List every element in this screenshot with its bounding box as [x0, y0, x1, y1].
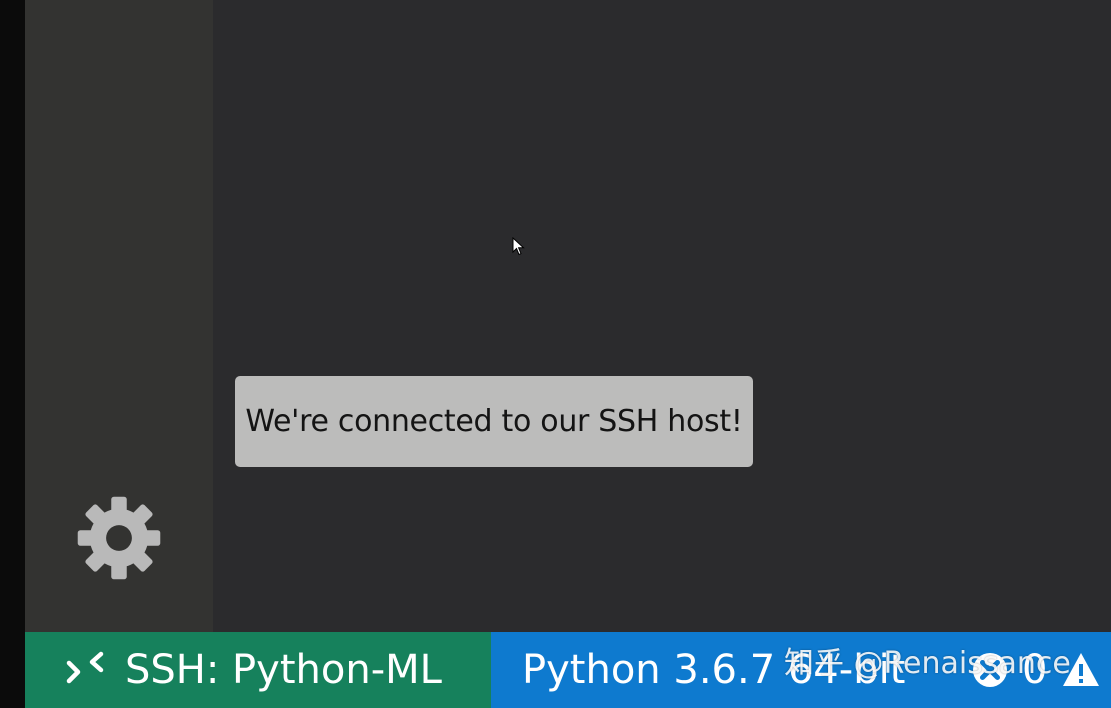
editor-area[interactable]	[213, 0, 1111, 632]
ssh-connected-callout: We're connected to our SSH host!	[235, 376, 753, 467]
gear-icon[interactable]	[76, 495, 162, 581]
window-left-edge	[0, 0, 25, 632]
remote-label: SSH: Python-ML	[125, 647, 442, 693]
mouse-cursor-icon	[512, 237, 525, 256]
callout-text: We're connected to our SSH host!	[245, 404, 743, 439]
remote-ssh-indicator[interactable]: SSH: Python-ML	[25, 632, 491, 708]
vscode-window: We're connected to our SSH host! SSH: Py…	[0, 0, 1111, 708]
watermark: 知乎 @Renaissance	[784, 646, 1071, 681]
window-left-edge-bottom	[0, 632, 25, 708]
remote-icon	[66, 651, 104, 684]
